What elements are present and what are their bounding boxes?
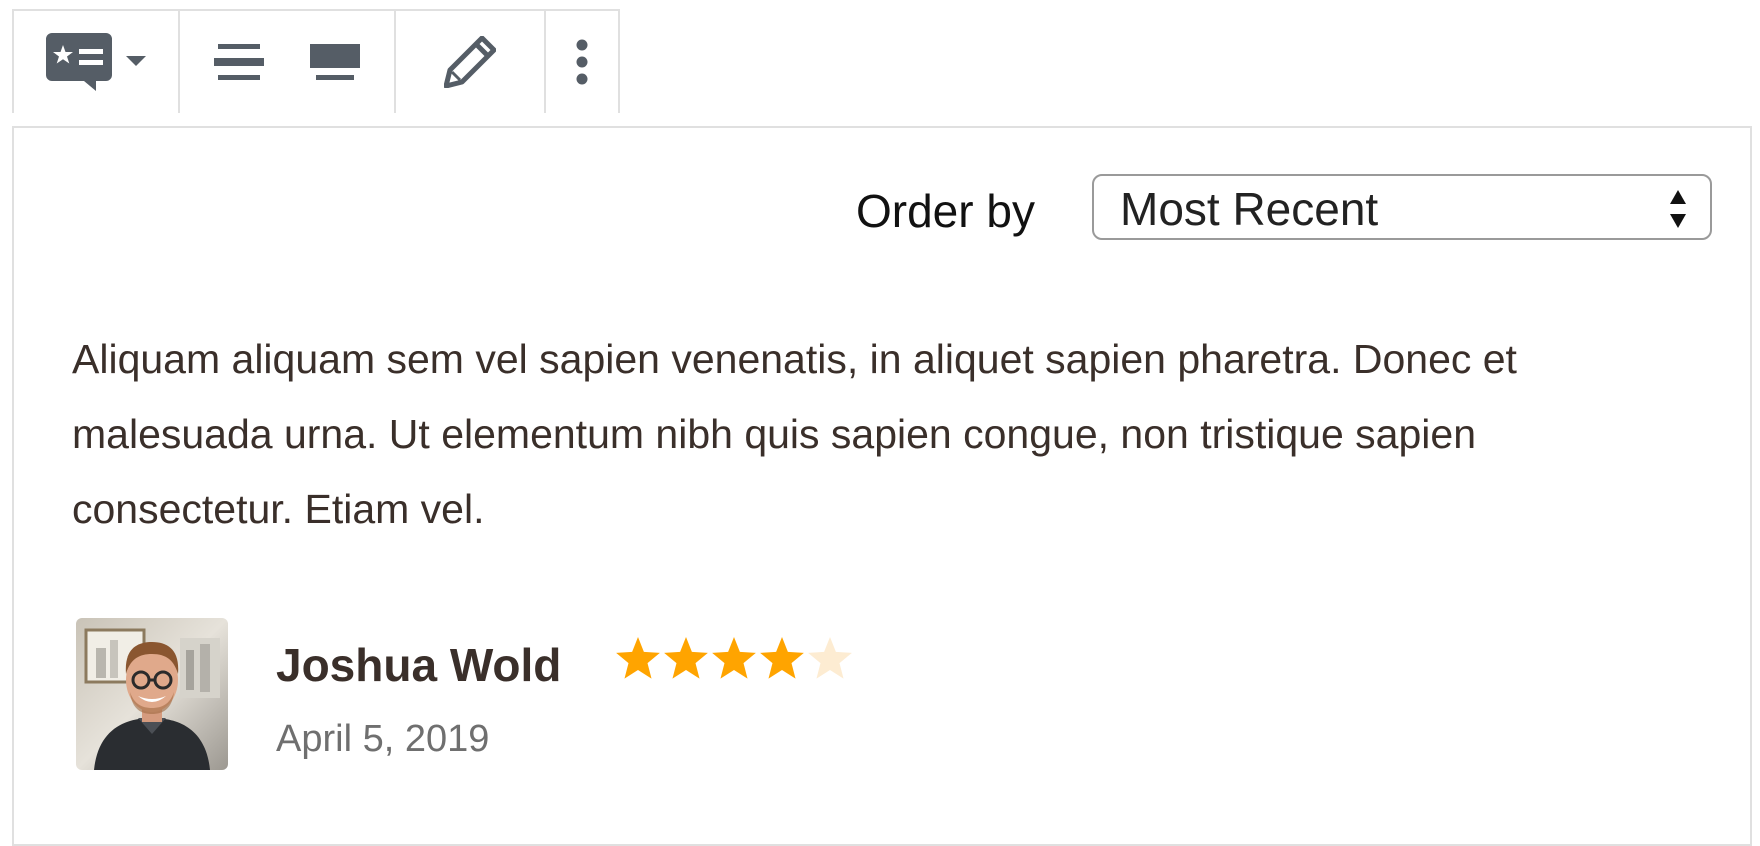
align-wide-icon — [310, 44, 360, 80]
reviews-block[interactable]: Order by Most Recent Aliquam aliquam sem… — [12, 126, 1752, 846]
avatar — [76, 618, 228, 770]
star-filled-icon — [616, 637, 660, 679]
pencil-icon — [444, 36, 496, 88]
block-type-group — [14, 11, 180, 113]
block-type-switcher-button[interactable] — [14, 11, 178, 113]
star-filled-icon — [664, 637, 708, 679]
star-rating — [614, 634, 854, 684]
star-empty-icon — [808, 637, 852, 679]
reviewer-name: Joshua Wold — [276, 639, 562, 691]
more-options-group — [546, 11, 618, 113]
align-wide-button[interactable] — [310, 11, 360, 113]
order-by-label: Order by — [856, 185, 1035, 237]
review-date: April 5, 2019 — [276, 718, 490, 760]
testimonial-block-icon — [46, 33, 112, 91]
edit-group — [396, 11, 546, 113]
caret-down-icon — [126, 56, 146, 66]
select-arrows-icon — [1670, 190, 1686, 228]
vertical-ellipsis-icon — [576, 39, 588, 85]
review-text: Aliquam aliquam sem vel sapien venenatis… — [72, 336, 1517, 532]
block-toolbar — [12, 9, 620, 113]
order-by-selected-value: Most Recent — [1120, 183, 1379, 235]
avatar-photo — [76, 618, 228, 770]
more-options-button[interactable] — [575, 11, 589, 113]
align-center-icon — [214, 44, 264, 80]
star-filled-icon — [712, 637, 756, 679]
align-center-button[interactable] — [214, 11, 264, 113]
edit-button[interactable] — [444, 11, 496, 113]
order-by-select[interactable]: Most Recent — [1092, 174, 1712, 240]
alignment-group — [180, 11, 396, 113]
star-filled-icon — [760, 637, 804, 679]
